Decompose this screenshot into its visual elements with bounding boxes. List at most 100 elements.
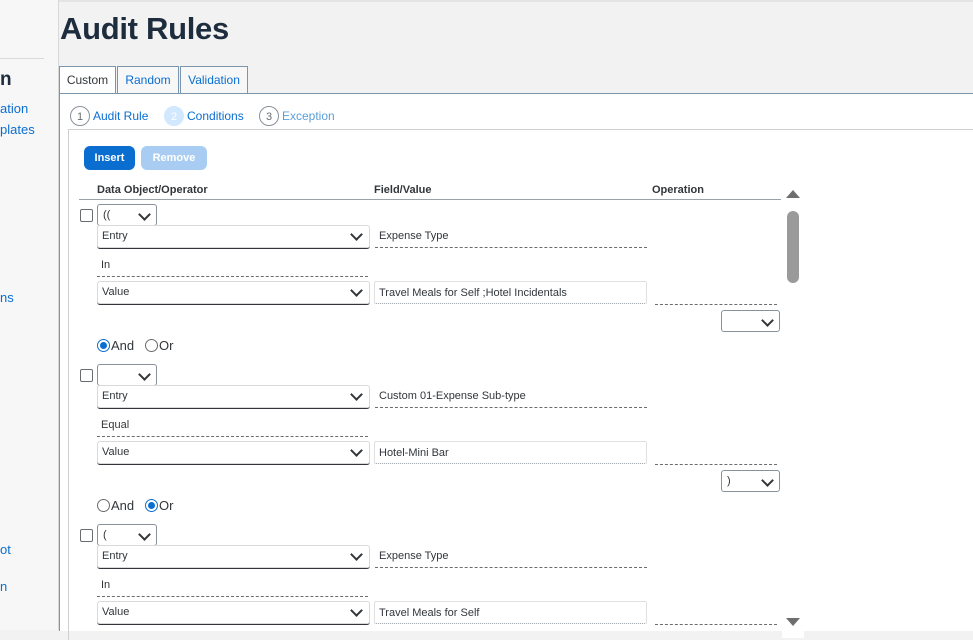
- tab-random[interactable]: Random: [117, 66, 179, 93]
- data-object-select[interactable]: Entry: [97, 225, 370, 249]
- field-name-readonly: Custom 01-Expense Sub-type: [375, 386, 647, 408]
- left-nav-link[interactable]: plates: [0, 122, 35, 137]
- insert-button[interactable]: Insert: [84, 146, 135, 170]
- left-nav-link[interactable]: ot: [0, 542, 11, 557]
- data-object-value: Entry: [102, 230, 128, 242]
- field-name-text: Custom 01-Expense Sub-type: [379, 390, 526, 402]
- step-label: Conditions: [187, 109, 244, 123]
- chevron-down-icon: [350, 444, 363, 457]
- field-name-text: Expense Type: [379, 230, 449, 242]
- content-panel: 1 Audit Rule 2 Conditions 3 Exception Inser…: [59, 93, 973, 640]
- value-text: Travel Meals for Self: [379, 607, 480, 619]
- operation-field[interactable]: [655, 623, 777, 625]
- open-paren-select[interactable]: ((: [97, 204, 157, 226]
- row-select-checkbox[interactable]: [80, 369, 93, 382]
- radio-unselected-icon: [145, 339, 158, 353]
- value-text: Hotel-Mini Bar: [379, 447, 449, 459]
- value-input[interactable]: Travel Meals for Self ;Hotel Incidentals: [374, 281, 647, 304]
- value-type-value: Value: [102, 286, 130, 298]
- field-name-readonly: Expense Type: [375, 546, 647, 568]
- radio-label-or: Or: [159, 498, 174, 514]
- remove-button[interactable]: Remove: [141, 146, 207, 170]
- value-type-select[interactable]: Value: [97, 601, 370, 625]
- header-divider: [79, 199, 781, 200]
- scroll-thumb[interactable]: [787, 211, 799, 283]
- step-conditions[interactable]: 2 Conditions: [164, 106, 244, 126]
- data-object-select[interactable]: Entry: [97, 385, 370, 409]
- close-paren-select[interactable]: ): [721, 470, 780, 492]
- step-number: 2: [164, 106, 184, 126]
- step-number: 3: [259, 106, 279, 126]
- chevron-down-icon: [350, 284, 363, 297]
- radio-selected-icon: [97, 339, 110, 353]
- page-title: Audit Rules: [60, 11, 229, 46]
- radio-label-and: And: [111, 338, 135, 354]
- radio-and[interactable]: And: [97, 497, 134, 513]
- top-border: [0, 0, 973, 2]
- tab-validation[interactable]: Validation: [180, 66, 248, 93]
- chevron-down-icon: [761, 474, 774, 487]
- scroll-down-arrow-icon[interactable]: [786, 618, 800, 626]
- step-label: Audit Rule: [93, 109, 149, 123]
- value-text: Travel Meals for Self ;Hotel Incidentals: [379, 287, 567, 299]
- left-nav-link[interactable]: ation: [0, 101, 28, 116]
- value-input[interactable]: Hotel-Mini Bar: [374, 441, 647, 464]
- left-nav-divider: [0, 58, 44, 59]
- conditions-grid: Insert Remove Data Object/Operator Field…: [68, 129, 973, 640]
- step-exception[interactable]: 3 Exception: [259, 106, 335, 126]
- chevron-down-icon: [350, 228, 363, 241]
- chevron-down-icon: [138, 368, 151, 381]
- step-number: 1: [70, 106, 90, 126]
- vertical-scrollbar[interactable]: [782, 178, 804, 638]
- chevron-down-icon: [350, 604, 363, 617]
- value-type-value: Value: [102, 446, 130, 458]
- operation-field[interactable]: [655, 303, 777, 305]
- left-nav: n ation plates ns ot n: [0, 0, 59, 630]
- value-type-select[interactable]: Value: [97, 281, 370, 305]
- open-paren-select[interactable]: (: [97, 524, 157, 546]
- open-paren-value: (: [103, 529, 107, 541]
- radio-or[interactable]: Or: [145, 497, 173, 513]
- data-object-value: Entry: [102, 550, 128, 562]
- operator-readonly: In: [97, 575, 368, 597]
- field-name-text: Expense Type: [379, 550, 449, 562]
- operator-text: In: [101, 259, 111, 271]
- data-object-value: Entry: [102, 390, 128, 402]
- value-type-select[interactable]: Value: [97, 441, 370, 465]
- operator-text: In: [101, 579, 111, 591]
- tab-custom[interactable]: Custom: [59, 66, 116, 95]
- left-nav-link[interactable]: ns: [0, 290, 14, 305]
- field-name-readonly: Expense Type: [375, 226, 647, 248]
- operation-field[interactable]: [655, 463, 777, 465]
- value-input[interactable]: Travel Meals for Self: [374, 601, 647, 624]
- open-paren-value: ((: [103, 209, 111, 221]
- radio-label-and: And: [111, 498, 135, 514]
- chevron-down-icon: [350, 388, 363, 401]
- operator-readonly: Equal: [97, 415, 368, 437]
- row-select-checkbox[interactable]: [80, 209, 93, 222]
- scroll-up-arrow-icon[interactable]: [786, 190, 800, 198]
- radio-and[interactable]: And: [97, 337, 134, 353]
- left-nav-link[interactable]: n: [0, 579, 7, 594]
- chevron-down-icon: [350, 548, 363, 561]
- chevron-down-icon: [138, 208, 151, 221]
- column-header-operation: Operation: [652, 184, 704, 196]
- data-object-select[interactable]: Entry: [97, 545, 370, 569]
- left-nav-heading: n: [0, 69, 12, 90]
- chevron-down-icon: [138, 528, 151, 541]
- operator-text: Equal: [101, 419, 130, 431]
- radio-label-or: Or: [159, 338, 174, 354]
- step-audit-rule[interactable]: 1 Audit Rule: [70, 106, 148, 126]
- row-select-checkbox[interactable]: [80, 529, 93, 542]
- radio-unselected-icon: [97, 499, 110, 513]
- close-paren-value: ): [727, 475, 731, 487]
- column-header-data-object: Data Object/Operator: [97, 184, 208, 196]
- radio-selected-icon: [145, 499, 158, 513]
- value-type-value: Value: [102, 606, 130, 618]
- open-paren-select[interactable]: [97, 364, 157, 386]
- step-label: Exception: [282, 109, 335, 123]
- operator-readonly: In: [97, 255, 368, 277]
- radio-or[interactable]: Or: [145, 337, 173, 353]
- chevron-down-icon: [761, 314, 774, 327]
- close-paren-select[interactable]: [721, 310, 780, 332]
